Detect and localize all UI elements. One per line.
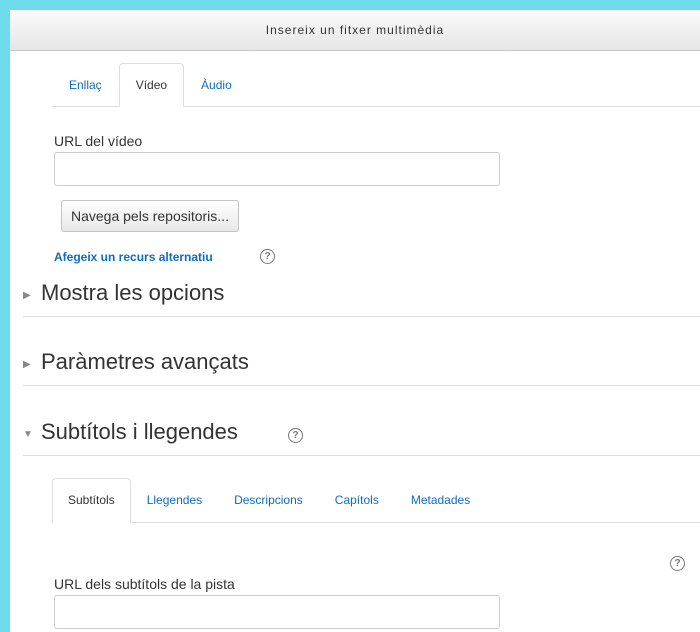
tab-captions[interactable]: Llegendes bbox=[131, 478, 218, 521]
section-title: Paràmetres avançats bbox=[41, 349, 249, 374]
tab-subtitles[interactable]: Subtítols bbox=[52, 478, 131, 523]
chevron-down-icon: ▼ bbox=[23, 429, 33, 440]
help-icon[interactable]: ? bbox=[260, 249, 275, 264]
section-subtitles[interactable]: ▼ Subtítols i llegendes ? bbox=[23, 415, 700, 456]
tab-audio[interactable]: Àudio bbox=[184, 63, 249, 105]
subtitle-tabs: Subtítols Llegendes Descripcions Capítol… bbox=[52, 478, 700, 523]
chevron-right-icon: ▶ bbox=[23, 359, 31, 370]
tab-video[interactable]: Vídeo bbox=[118, 63, 185, 107]
media-type-tabs: Enllaç Vídeo Àudio bbox=[52, 63, 700, 107]
tab-link[interactable]: Enllaç bbox=[52, 63, 119, 105]
section-title: Mostra les opcions bbox=[41, 280, 225, 305]
dialog-title: Insereix un fitxer multimèdia bbox=[10, 10, 700, 51]
browse-repositories-button[interactable]: Navega pels repositoris... bbox=[61, 200, 239, 232]
tab-metadata[interactable]: Metadades bbox=[395, 478, 486, 521]
video-url-label: URL del vídeo bbox=[54, 133, 143, 149]
chevron-right-icon: ▶ bbox=[23, 290, 31, 301]
subtitles-url-label: URL dels subtítols de la pista bbox=[54, 576, 235, 592]
section-display-options[interactable]: ▶ Mostra les opcions bbox=[23, 276, 700, 317]
section-title: Subtítols i llegendes bbox=[41, 419, 238, 444]
help-icon[interactable]: ? bbox=[670, 556, 685, 571]
media-dialog: Insereix un fitxer multimèdia Enllaç Víd… bbox=[10, 10, 700, 632]
subtitles-url-input[interactable] bbox=[54, 595, 500, 629]
add-alternative-resource-link[interactable]: Afegeix un recurs alternatiu bbox=[54, 250, 213, 264]
help-icon[interactable]: ? bbox=[288, 428, 303, 443]
tab-descriptions[interactable]: Descripcions bbox=[218, 478, 319, 521]
section-advanced-settings[interactable]: ▶ Paràmetres avançats bbox=[23, 345, 700, 386]
video-url-input[interactable] bbox=[54, 152, 500, 186]
tab-chapters[interactable]: Capítols bbox=[319, 478, 395, 521]
